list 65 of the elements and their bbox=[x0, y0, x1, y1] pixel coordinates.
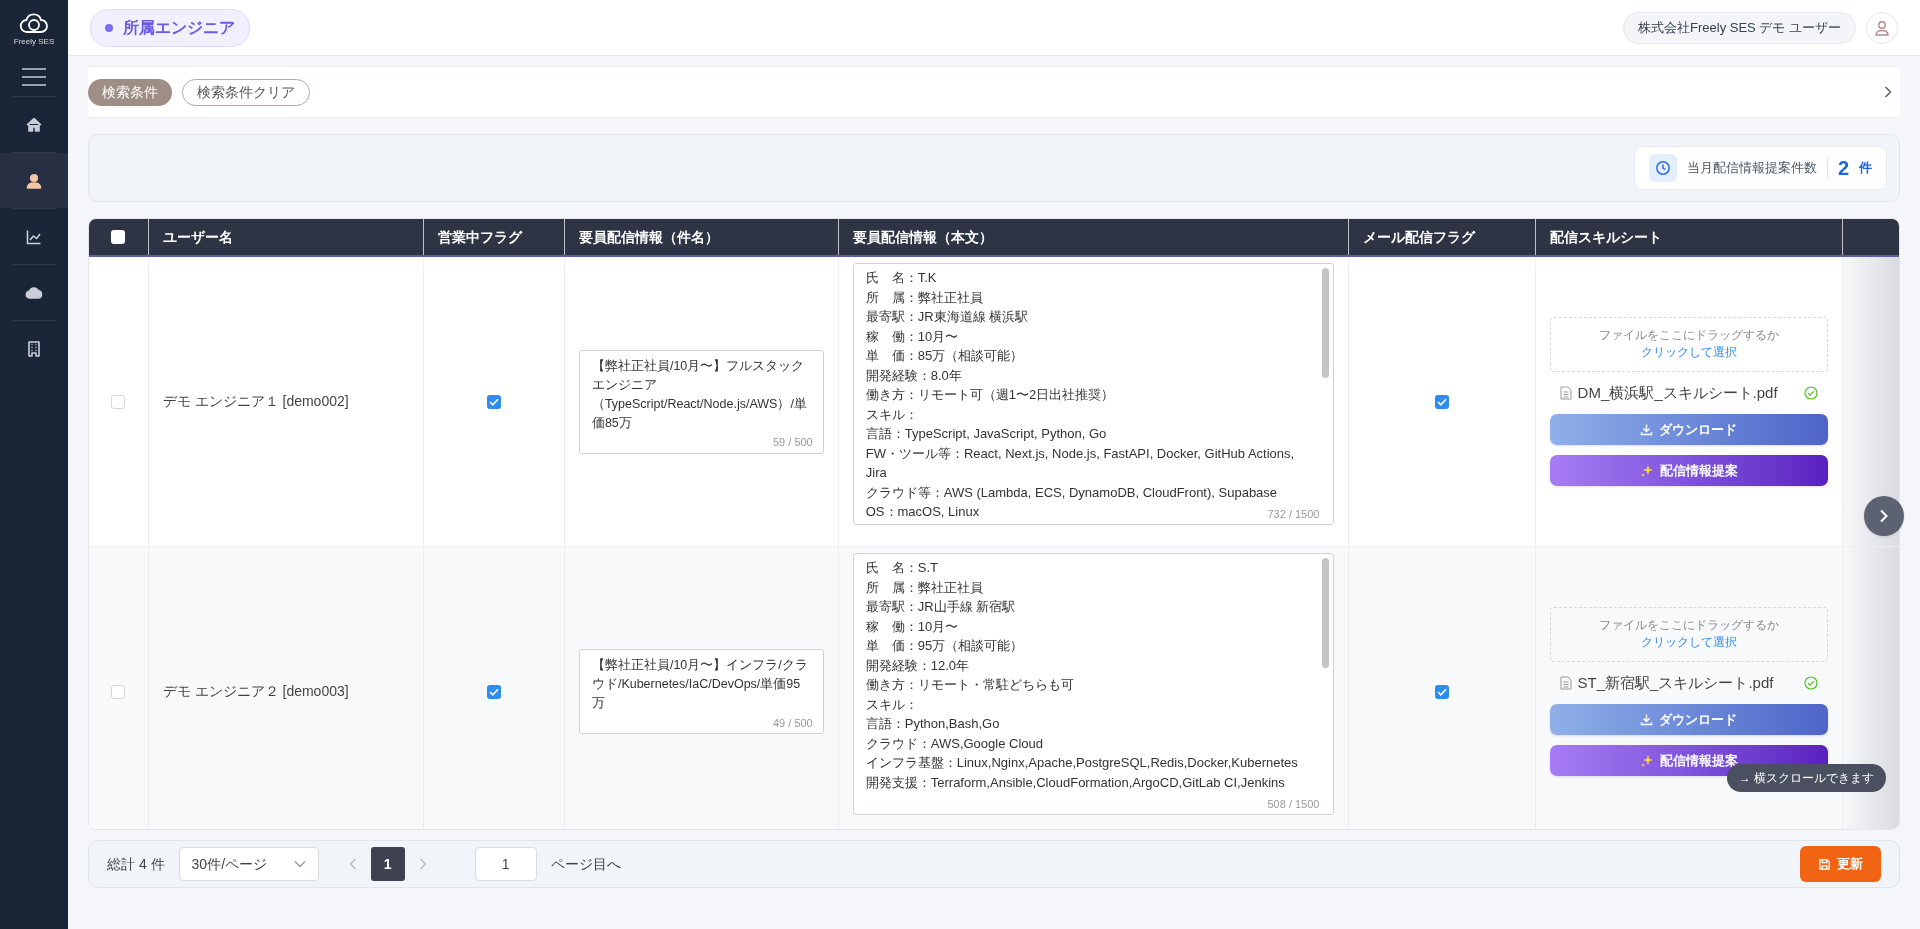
column-header: ユーザー名 bbox=[148, 219, 424, 255]
total-count: 総計 4 件 bbox=[107, 854, 165, 874]
scrollbar-thumb[interactable] bbox=[1322, 268, 1330, 378]
download-icon bbox=[1640, 423, 1654, 437]
menu-button[interactable] bbox=[22, 68, 46, 86]
sidebar-item[interactable] bbox=[0, 153, 68, 208]
user-name: デモ エンジニア２ [demo003] bbox=[162, 682, 349, 701]
body-field[interactable]: 氏 名：S.T 所 属：弊社正社員 最寄駅：JR山手線 新宿駅 稼 働：10月〜 単 価：95万（相談可能） 開発経験：12.0年 働き方：リモート・常駐どちらも可 スキル： 言語：Python,Bash,Go クラウド：AWS,Google Cloud インフラ基盤：Linux,Nginx,Apache,PostgreSQL,Redis,Docker,Kubernetes 開発支援：Terraform,Ansible,CloudFormation,ArgoCD,GitLab CI,Jenkins 508 / 1500 bbox=[852, 553, 1335, 815]
drop-hint: ファイルをここにドラッグするか bbox=[1598, 328, 1779, 343]
checkbox[interactable] bbox=[111, 394, 126, 409]
cloud-logo-icon bbox=[19, 12, 49, 34]
clock-icon bbox=[1654, 160, 1671, 176]
building-icon bbox=[25, 339, 43, 358]
page-jump-label: ページ目へ bbox=[550, 854, 621, 874]
chevron-right-icon bbox=[1879, 509, 1889, 523]
page-size-select[interactable]: 30件/ページ bbox=[178, 847, 319, 881]
drop-hint: ファイルをここにドラッグするか bbox=[1598, 618, 1779, 633]
stats-unit: 件 bbox=[1859, 159, 1872, 178]
home-icon bbox=[25, 115, 43, 134]
sparkle-icon bbox=[1639, 463, 1654, 478]
select-file-link[interactable]: クリックして選択 bbox=[1640, 344, 1737, 362]
download-button[interactable]: ダウンロード bbox=[1549, 414, 1829, 446]
sparkle-icon bbox=[1639, 753, 1654, 768]
checkbox[interactable] bbox=[1435, 684, 1450, 699]
checkbox[interactable] bbox=[111, 684, 126, 699]
subject-field[interactable]: 【弊社正社員/10月〜】フルスタックエンジニア（TypeScript/React/Node.js/AWS）/単価85万 59 / 500 bbox=[578, 349, 824, 454]
document-icon bbox=[1559, 386, 1572, 400]
column-header: メール配信フラグ bbox=[1349, 219, 1536, 255]
checkbox[interactable] bbox=[1435, 394, 1450, 409]
page-jump-field[interactable]: 1 bbox=[474, 847, 537, 881]
propose-button[interactable]: 配信情報提案 bbox=[1549, 455, 1829, 487]
body-field[interactable]: 氏 名：T.K 所 属：弊社正社員 最寄駅：JR東海道線 横浜駅 稼 働：10月〜 単 価：85万（相談可能） 開発経験：8.0年 働き方：リモート可（週1〜2日出社推奨） スキル： 言語：TypeScript, JavaScript, Python, Go FW・ツール等：React, Next.js, Node.js, FastAPI, Docker, GitHub Actions, Jira クラウド等：AWS (Lambda, ECS, DynamoDB, CloudFront), Supabase OS：macOS, Linux 732 / 1500 bbox=[852, 263, 1335, 525]
checkbox[interactable] bbox=[111, 230, 126, 244]
checkbox[interactable] bbox=[486, 684, 501, 699]
download-button[interactable]: ダウンロード bbox=[1549, 704, 1829, 736]
file-drop-zone[interactable]: ファイルをここにドラッグするか クリックして選択 bbox=[1549, 316, 1829, 372]
chevron-down-icon bbox=[293, 860, 306, 868]
document-icon bbox=[1559, 676, 1572, 690]
checkbox[interactable] bbox=[486, 394, 501, 409]
file-name[interactable]: ST_新宿駅_スキルシート.pdf bbox=[1577, 671, 1799, 695]
page-title: 所属エンジニア bbox=[123, 17, 235, 38]
column-header: 配信スキルシート bbox=[1535, 219, 1844, 255]
character-count: 59 / 500 bbox=[773, 435, 813, 450]
character-count: 49 / 500 bbox=[773, 715, 813, 731]
file-drop-zone[interactable]: ファイルをここにドラッグするか クリックして選択 bbox=[1549, 606, 1829, 662]
page-button[interactable]: 1 bbox=[370, 847, 405, 881]
column-header: 営業中フラグ bbox=[423, 219, 565, 255]
download-icon bbox=[1640, 713, 1654, 727]
file-name[interactable]: DM_横浜駅_スキルシート.pdf bbox=[1577, 381, 1799, 405]
user-name-button[interactable]: 株式会社Freely SES デモ ユーザー bbox=[1623, 11, 1856, 44]
search-label: 検索条件 bbox=[88, 78, 172, 106]
chevron-right-icon[interactable] bbox=[1884, 86, 1892, 98]
logo-text: Freely SES bbox=[13, 36, 55, 48]
avatar-button[interactable] bbox=[1866, 11, 1898, 44]
user-icon bbox=[25, 171, 43, 190]
scrollbar-thumb[interactable] bbox=[1322, 558, 1330, 668]
column-header: 要員配信情報（件名） bbox=[564, 219, 839, 255]
column-header: 要員配信情報（本文） bbox=[838, 219, 1350, 255]
subject-field[interactable]: 【弊社正社員/10月〜】インフラ/クラウド/Kubernetes/IaC/DevOps/単価95万 49 / 500 bbox=[578, 649, 824, 734]
floppy-disk-icon bbox=[1818, 857, 1831, 871]
stats-label: 当月配信情報提案件数 bbox=[1686, 159, 1817, 178]
user-name: デモ エンジニア１ [demo002] bbox=[162, 392, 349, 411]
stats-count: 2 bbox=[1837, 156, 1849, 181]
user-silhouette-icon bbox=[1873, 18, 1891, 37]
clear-search-button[interactable]: 検索条件クリア bbox=[182, 78, 310, 106]
